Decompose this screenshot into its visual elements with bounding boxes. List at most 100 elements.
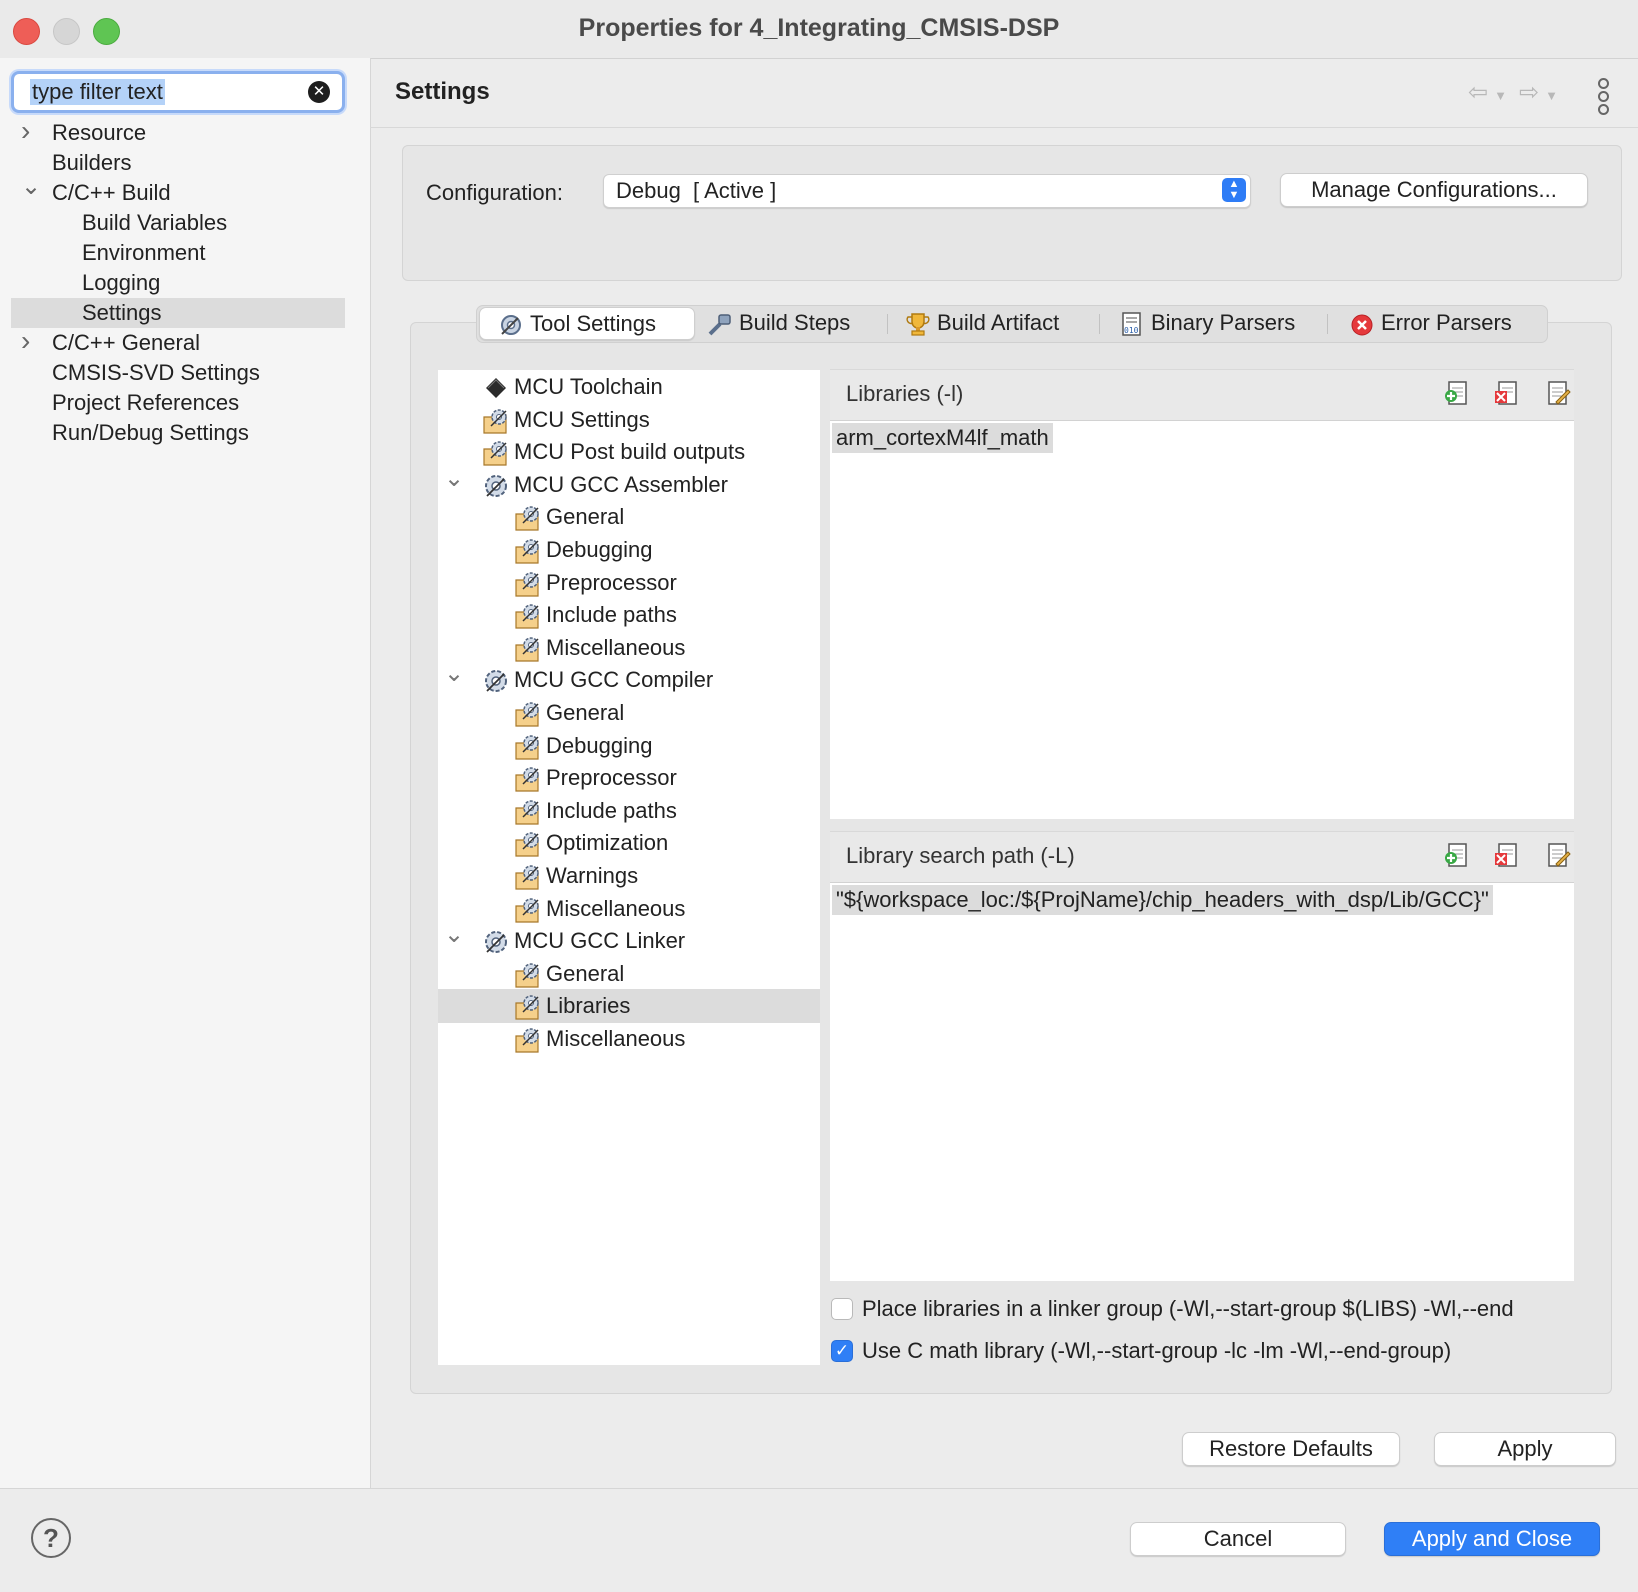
- back-menu-icon[interactable]: ▼: [1494, 88, 1507, 103]
- tool-tree-item[interactable]: ⌄ MCU GCC Linker: [438, 921, 820, 958]
- tool-tree-label: MCU Post build outputs: [514, 439, 746, 464]
- apply-and-close-button[interactable]: Apply and Close: [1384, 1522, 1600, 1556]
- tool-tree-label: Include paths: [546, 798, 677, 823]
- more-menu-icon[interactable]: [1598, 78, 1609, 117]
- tab-build-artifact[interactable]: Build Artifact: [905, 306, 1059, 340]
- tool-tree-item[interactable]: MCU Post build outputs: [438, 435, 820, 469]
- chevron-down-icon[interactable]: ⌄: [444, 462, 464, 496]
- tool-tree-item[interactable]: Miscellaneous: [438, 892, 820, 926]
- c-math-checkbox[interactable]: ✓: [831, 1340, 853, 1362]
- folder-gear-icon: [514, 602, 542, 630]
- back-arrow-icon[interactable]: ⇦: [1468, 78, 1488, 107]
- property-page-item[interactable]: Settings: [11, 298, 345, 328]
- tool-tree-item[interactable]: ⌄ MCU GCC Assembler: [438, 465, 820, 502]
- library-item[interactable]: arm_cortexM4lf_math: [832, 423, 1053, 453]
- tool-tree-item[interactable]: Miscellaneous: [438, 631, 820, 665]
- tool-tree-item[interactable]: Debugging: [438, 729, 820, 763]
- filter-input[interactable]: type filter text ✕: [11, 71, 345, 113]
- help-button[interactable]: ?: [31, 1518, 71, 1558]
- nav-buttons: ⇦ ▼ ⇨ ▼: [1468, 78, 1570, 107]
- folder-gear-icon: [514, 961, 542, 989]
- property-page-item[interactable]: Environment: [11, 238, 345, 268]
- tab-error-parsers[interactable]: Error Parsers: [1349, 306, 1512, 340]
- tab-binary-parsers[interactable]: 010 Binary Parsers: [1119, 306, 1295, 340]
- tool-settings-tree: MCU Toolchain MCU Settings MCU Post build …: [438, 370, 820, 1365]
- chevron-right-icon[interactable]: ›: [21, 326, 37, 356]
- tool-tree-item[interactable]: MCU Settings: [438, 403, 820, 437]
- tool-tree-label: Libraries: [546, 993, 631, 1018]
- delete-library-icon[interactable]: [1492, 378, 1522, 408]
- restore-defaults-button[interactable]: Restore Defaults: [1182, 1432, 1400, 1466]
- tool-tree-label: Warnings: [546, 863, 639, 888]
- forward-arrow-icon[interactable]: ⇨: [1519, 78, 1539, 107]
- tool-tree-label: Debugging: [546, 733, 653, 758]
- footer-divider: [0, 1488, 1638, 1489]
- folder-gear-icon: [514, 863, 542, 891]
- tool-tree-item[interactable]: MCU Toolchain: [438, 370, 820, 404]
- chevron-down-icon[interactable]: ⌄: [21, 172, 41, 202]
- property-page-item[interactable]: Logging: [11, 268, 345, 298]
- tool-tree-item[interactable]: General: [438, 696, 820, 730]
- tab-separator: [1327, 314, 1328, 334]
- tool-tree-item[interactable]: General: [438, 500, 820, 534]
- gear-icon: [482, 472, 510, 500]
- manage-configurations-button[interactable]: Manage Configurations...: [1280, 173, 1588, 207]
- tool-tree-item[interactable]: Preprocessor: [438, 566, 820, 600]
- delete-path-icon[interactable]: [1492, 840, 1522, 870]
- property-page-item[interactable]: Build Variables: [11, 208, 345, 238]
- trophy-icon: [906, 313, 930, 336]
- tool-tree-item[interactable]: Optimization: [438, 826, 820, 860]
- tab-tool-settings[interactable]: Tool Settings: [479, 307, 695, 340]
- tool-tree-label: Include paths: [546, 602, 677, 627]
- property-page-item[interactable]: Run/Debug Settings: [11, 418, 345, 448]
- tab-label: Build Artifact: [937, 310, 1060, 335]
- tool-tree-item[interactable]: Include paths: [438, 598, 820, 632]
- edit-path-icon[interactable]: [1542, 840, 1572, 870]
- property-page-item[interactable]: › C/C++ General: [11, 326, 345, 358]
- tool-tree-item[interactable]: Preprocessor: [438, 761, 820, 795]
- tool-tree-item[interactable]: Include paths: [438, 794, 820, 828]
- tool-tree-item[interactable]: Miscellaneous: [438, 1022, 820, 1056]
- chevron-down-icon[interactable]: ⌄: [444, 657, 464, 691]
- property-page-item[interactable]: Builders: [11, 148, 345, 178]
- error-icon: [1351, 314, 1373, 336]
- tab-build-steps[interactable]: Build Steps: [707, 306, 850, 340]
- tool-tree-item[interactable]: Libraries: [438, 989, 820, 1023]
- clear-filter-icon[interactable]: ✕: [308, 81, 330, 103]
- forward-menu-icon[interactable]: ▼: [1545, 88, 1558, 103]
- add-library-icon[interactable]: [1442, 378, 1472, 408]
- tool-tree-label: General: [546, 961, 625, 986]
- property-page-label: CMSIS-SVD Settings: [52, 360, 260, 385]
- gear-icon: [482, 667, 510, 695]
- property-page-item[interactable]: Project References: [11, 388, 345, 418]
- page-title: Settings: [395, 78, 490, 105]
- library-path-item[interactable]: "${workspace_loc:/${ProjName}/chip_heade…: [832, 885, 1493, 915]
- filter-text: type filter text: [30, 79, 165, 105]
- cancel-button[interactable]: Cancel: [1130, 1522, 1346, 1556]
- tool-tree-item[interactable]: ⌄ MCU GCC Compiler: [438, 660, 820, 697]
- linker-group-checkbox[interactable]: [831, 1298, 853, 1320]
- property-page-label: Environment: [82, 240, 206, 265]
- property-page-item[interactable]: › Resource: [11, 116, 345, 148]
- chevron-down-icon[interactable]: ⌄: [444, 918, 464, 952]
- tool-tree-label: MCU GCC Compiler: [514, 667, 714, 692]
- property-page-item[interactable]: ⌄ C/C++ Build: [11, 173, 345, 208]
- tool-tree-label: Optimization: [546, 830, 669, 855]
- property-page-label: Build Variables: [82, 210, 228, 235]
- select-arrows-icon: ▲ ▼: [1222, 178, 1246, 202]
- tool-tree-item[interactable]: General: [438, 957, 820, 991]
- library-search-path-panel: Library search path (-L) "${workspace_lo…: [830, 831, 1574, 1281]
- tool-tree-item[interactable]: Warnings: [438, 859, 820, 893]
- configuration-select[interactable]: Debug [ Active ] ▲ ▼: [603, 174, 1251, 208]
- tool-tree-item[interactable]: Debugging: [438, 533, 820, 567]
- apply-button[interactable]: Apply: [1434, 1432, 1616, 1466]
- add-path-icon[interactable]: [1442, 840, 1472, 870]
- tab-separator: [887, 314, 888, 334]
- chevron-right-icon[interactable]: ›: [21, 116, 37, 146]
- header-divider: [370, 127, 1638, 128]
- folder-gear-icon: [482, 407, 510, 435]
- property-page-item[interactable]: CMSIS-SVD Settings: [11, 358, 345, 388]
- libraries-header: Libraries (-l): [830, 369, 1574, 421]
- tool-tree-label: Preprocessor: [546, 765, 677, 790]
- edit-library-icon[interactable]: [1542, 378, 1572, 408]
